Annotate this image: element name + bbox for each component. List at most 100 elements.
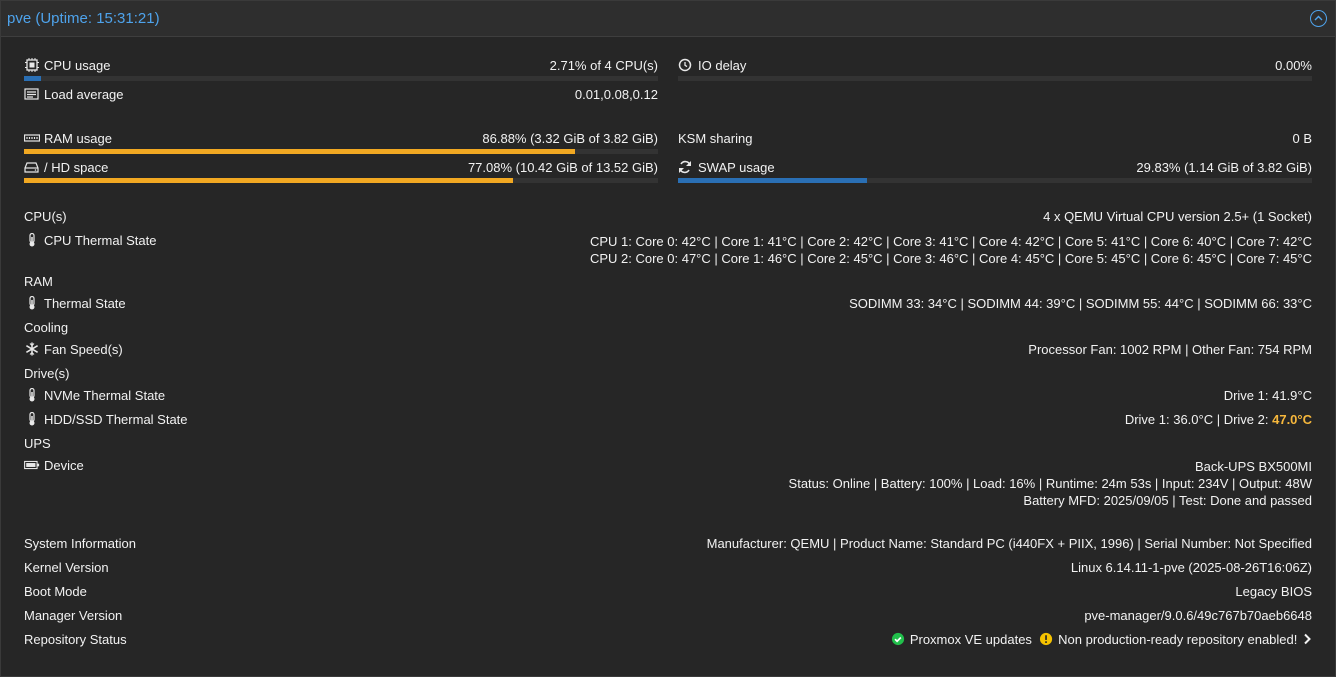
check-circle-icon	[891, 632, 904, 646]
tasks-icon	[24, 88, 39, 100]
ksm-sharing-value: 0 B	[1292, 131, 1312, 146]
hdd-thermal-value: Drive 1: 36.0°C | Drive 2:	[1124, 412, 1273, 427]
cpu-thermal-row: CPU Thermal State CPU 1: Core 0: 42°C | …	[24, 233, 1312, 267]
clock-icon	[678, 58, 692, 72]
fan-speed-label: Fan Speed(s)	[44, 342, 123, 357]
ram-thermal-value: SODIMM 33: 34°C | SODIMM 44: 39°C | SODI…	[849, 296, 1312, 311]
hdd-thermal-label: HDD/SSD Thermal State	[44, 412, 188, 427]
chevron-right-icon	[1304, 633, 1311, 645]
cpu-usage-row: CPU usage 2.71% of 4 CPU(s)	[24, 58, 658, 74]
repository-status-link[interactable]: Proxmox VE updates Non production-ready …	[891, 632, 1312, 647]
repository-status-label: Repository Status	[24, 632, 127, 647]
thermometer-icon	[29, 296, 35, 310]
cpu-usage-value: 2.71% of 4 CPU(s)	[549, 58, 658, 73]
manager-version-label: Manager Version	[24, 608, 123, 623]
ups-battery-info: Battery MFD: 2025/09/05 | Test: Done and…	[1023, 493, 1312, 508]
ksm-sharing-row: KSM sharing 0 B	[678, 131, 1312, 147]
system-information-value: Manufacturer: QEMU | Product Name: Stand…	[706, 536, 1312, 551]
ram-usage-bar	[24, 149, 658, 154]
hd-space-row: / HD space 77.08% (10.42 GiB of 13.52 Gi…	[24, 160, 658, 176]
boot-mode-label: Boot Mode	[24, 584, 87, 599]
battery-icon	[24, 460, 40, 470]
io-delay-value: 0.00%	[1275, 58, 1312, 73]
cpu-thermal-label: CPU Thermal State	[44, 233, 157, 248]
nvme-thermal-value: Drive 1: 41.9°C	[1223, 388, 1312, 403]
swap-usage-bar-fill	[678, 178, 868, 183]
ram-thermal-label: Thermal State	[44, 296, 126, 311]
manager-version-row: Manager Version pve-manager/9.0.6/49c767…	[24, 608, 1312, 624]
nvme-thermal-label: NVMe Thermal State	[44, 388, 166, 403]
cpu-usage-label: CPU usage	[44, 58, 111, 73]
ram-usage-value: 86.88% (3.32 GiB of 3.82 GiB)	[482, 131, 658, 146]
chevron-up-icon	[1314, 15, 1323, 21]
swap-usage-value: 29.83% (1.14 GiB of 3.82 GiB)	[1136, 160, 1312, 175]
thermometer-icon	[29, 412, 35, 426]
drives-heading-row: Drive(s)	[24, 366, 1312, 382]
fan-speed-row: Fan Speed(s) Processor Fan: 1002 RPM | O…	[24, 342, 1312, 358]
hd-space-bar-fill	[24, 178, 513, 183]
nvme-thermal-row: NVMe Thermal State Drive 1: 41.9°C	[24, 388, 1312, 404]
ups-heading: UPS	[24, 436, 51, 451]
cpu-usage-bar-fill	[24, 76, 42, 81]
fan-speed-value: Processor Fan: 1002 RPM | Other Fan: 754…	[1028, 342, 1312, 357]
load-average-label: Load average	[44, 87, 124, 102]
node-summary-panel: pve (Uptime: 15:31:21) CPU usage 2.71% o…	[0, 0, 1336, 677]
swap-usage-row: SWAP usage 29.83% (1.14 GiB of 3.82 GiB)	[678, 160, 1312, 176]
io-delay-row: IO delay 0.00%	[678, 58, 1312, 74]
load-average-row: Load average 0.01,0.08,0.12	[24, 87, 658, 103]
cpu-usage-bar	[24, 76, 658, 81]
ups-model: Back-UPS BX500MI	[1194, 459, 1312, 474]
hdd-thermal-row: HDD/SSD Thermal State Drive 1: 36.0°C | …	[24, 412, 1312, 428]
cpus-heading: CPU(s)	[24, 209, 67, 224]
io-delay-bar	[678, 76, 1312, 81]
cpu-thermal-line2: CPU 2: Core 0: 47°C | Core 1: 46°C | Cor…	[589, 251, 1312, 266]
repo-warning-status: Non production-ready repository enabled!	[1058, 632, 1298, 647]
hdd-thermal-warning-value: 47.0°C	[1272, 412, 1312, 427]
ram-usage-label: RAM usage	[44, 131, 112, 146]
ksm-sharing-label: KSM sharing	[678, 131, 753, 146]
swap-usage-bar	[678, 178, 1312, 183]
cooling-heading-row: Cooling	[24, 320, 1312, 336]
load-average-value: 0.01,0.08,0.12	[574, 87, 658, 102]
collapse-button[interactable]	[1310, 10, 1327, 27]
snowflake-icon	[26, 342, 38, 356]
ups-status: Status: Online | Battery: 100% | Load: 1…	[788, 476, 1312, 491]
hd-space-bar	[24, 178, 658, 183]
panel-title: pve (Uptime: 15:31:21)	[7, 10, 160, 27]
io-delay-label: IO delay	[698, 58, 747, 73]
panel-header: pve (Uptime: 15:31:21)	[1, 1, 1335, 37]
cpus-row: CPU(s) 4 x QEMU Virtual CPU version 2.5+…	[24, 209, 1312, 225]
ram-usage-bar-fill	[24, 149, 575, 154]
cpus-value: 4 x QEMU Virtual CPU version 2.5+ (1 Soc…	[1043, 209, 1312, 224]
repo-updates-status: Proxmox VE updates	[909, 632, 1032, 647]
kernel-version-row: Kernel Version Linux 6.14.11-1-pve (2025…	[24, 560, 1312, 576]
swap-usage-label: SWAP usage	[698, 160, 775, 175]
ram-thermal-row: Thermal State SODIMM 33: 34°C | SODIMM 4…	[24, 296, 1312, 312]
repository-status-row: Repository Status Proxmox VE updates Non…	[24, 632, 1312, 648]
warning-circle-icon	[1040, 632, 1053, 646]
cpu-thermal-line1: CPU 1: Core 0: 42°C | Core 1: 41°C | Cor…	[589, 234, 1312, 249]
memory-icon	[24, 134, 40, 142]
kernel-version-label: Kernel Version	[24, 560, 109, 575]
refresh-icon	[679, 160, 691, 174]
ups-device-label: Device	[44, 458, 84, 473]
hdd-icon	[24, 162, 39, 173]
hd-space-value: 77.08% (10.42 GiB of 13.52 GiB)	[467, 160, 658, 175]
ups-heading-row: UPS	[24, 436, 1312, 452]
ram-usage-row: RAM usage 86.88% (3.32 GiB of 3.82 GiB)	[24, 131, 658, 147]
thermometer-icon	[29, 233, 35, 247]
boot-mode-value: Legacy BIOS	[1235, 584, 1312, 599]
hd-space-label: / HD space	[44, 160, 109, 175]
manager-version-value: pve-manager/9.0.6/49c767b70aeb6648	[1084, 608, 1312, 623]
ram-heading-row: RAM	[24, 274, 1312, 290]
system-information-label: System Information	[24, 536, 136, 551]
kernel-version-value: Linux 6.14.11-1-pve (2025-08-26T16:06Z)	[1070, 560, 1312, 575]
thermometer-icon	[29, 388, 35, 402]
drives-heading: Drive(s)	[24, 366, 70, 381]
ups-device-row: Device Back-UPS BX500MI Status: Online |…	[24, 458, 1312, 509]
boot-mode-row: Boot Mode Legacy BIOS	[24, 584, 1312, 600]
system-information-row: System Information Manufacturer: QEMU | …	[24, 536, 1312, 552]
ram-heading: RAM	[24, 274, 53, 289]
cpu-icon	[25, 58, 39, 72]
cooling-heading: Cooling	[24, 320, 69, 335]
